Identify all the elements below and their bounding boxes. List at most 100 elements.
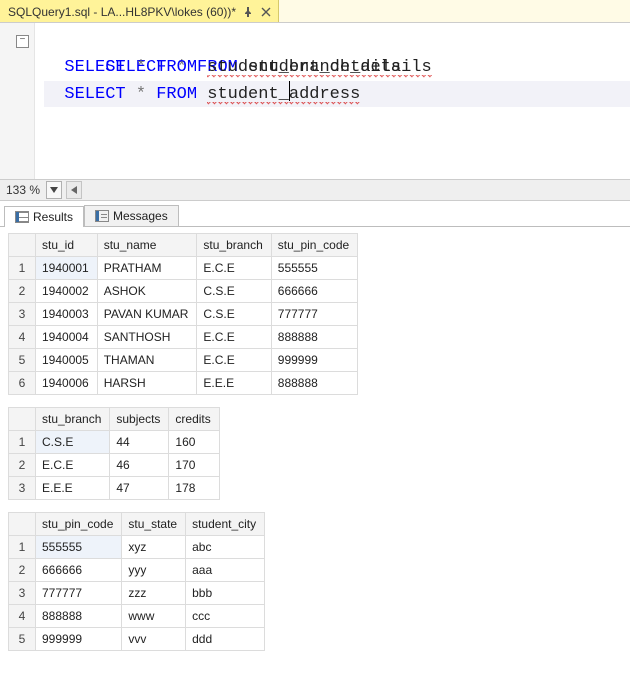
cell[interactable]: 666666: [271, 280, 357, 303]
cell[interactable]: abc: [186, 536, 265, 559]
cell[interactable]: 1940005: [36, 349, 98, 372]
column-header[interactable]: stu_pin_code: [271, 234, 357, 257]
table-row[interactable]: 3777777zzzbbb: [9, 582, 265, 605]
table-row[interactable]: 4888888wwwccc: [9, 605, 265, 628]
cell[interactable]: ASHOK: [97, 280, 197, 303]
row-number-cell[interactable]: 6: [9, 372, 36, 395]
cell[interactable]: vvv: [122, 628, 186, 651]
table-row[interactable]: 31940003PAVAN KUMARC.S.E777777: [9, 303, 358, 326]
cell[interactable]: E.C.E: [36, 454, 110, 477]
pin-icon[interactable]: [242, 6, 254, 18]
cell[interactable]: 1940003: [36, 303, 98, 326]
cell[interactable]: 160: [169, 431, 219, 454]
cell[interactable]: THAMAN: [97, 349, 197, 372]
row-number-header: [9, 234, 36, 257]
cell[interactable]: 888888: [271, 326, 357, 349]
cell[interactable]: 44: [110, 431, 169, 454]
cell[interactable]: 1940001: [36, 257, 98, 280]
result-table[interactable]: stu_pin_codestu_statestudent_city1555555…: [8, 512, 265, 651]
cell[interactable]: yyy: [122, 559, 186, 582]
code-line: SELECT * FROM student_address: [44, 81, 630, 107]
column-header[interactable]: student_city: [186, 513, 265, 536]
cell[interactable]: xyz: [122, 536, 186, 559]
table-row[interactable]: 5999999vvvddd: [9, 628, 265, 651]
table-row[interactable]: 2E.C.E46170: [9, 454, 220, 477]
cell[interactable]: 1940006: [36, 372, 98, 395]
row-number-cell[interactable]: 1: [9, 431, 36, 454]
cell[interactable]: E.C.E: [197, 257, 271, 280]
cell[interactable]: 555555: [271, 257, 357, 280]
cell[interactable]: 178: [169, 477, 219, 500]
cell[interactable]: E.C.E: [197, 349, 271, 372]
table-row[interactable]: 2666666yyyaaa: [9, 559, 265, 582]
cell[interactable]: PAVAN KUMAR: [97, 303, 197, 326]
cell[interactable]: 1940002: [36, 280, 98, 303]
cell[interactable]: 1940004: [36, 326, 98, 349]
cell[interactable]: E.E.E: [197, 372, 271, 395]
cell[interactable]: C.S.E: [197, 280, 271, 303]
cell[interactable]: 777777: [271, 303, 357, 326]
cell[interactable]: 47: [110, 477, 169, 500]
cell[interactable]: 555555: [36, 536, 122, 559]
result-table[interactable]: stu_branchsubjectscredits1C.S.E441602E.C…: [8, 407, 220, 500]
row-number-cell[interactable]: 2: [9, 559, 36, 582]
cell[interactable]: E.E.E: [36, 477, 110, 500]
cell[interactable]: ddd: [186, 628, 265, 651]
column-header[interactable]: stu_name: [97, 234, 197, 257]
table-row[interactable]: 41940004SANTHOSHE.C.E888888: [9, 326, 358, 349]
table-row[interactable]: 51940005THAMANE.C.E999999: [9, 349, 358, 372]
column-header[interactable]: subjects: [110, 408, 169, 431]
table-row[interactable]: 3E.E.E47178: [9, 477, 220, 500]
close-icon[interactable]: [260, 6, 272, 18]
cell[interactable]: C.S.E: [197, 303, 271, 326]
cell[interactable]: 666666: [36, 559, 122, 582]
table-row[interactable]: 21940002ASHOKC.S.E666666: [9, 280, 358, 303]
column-header[interactable]: stu_pin_code: [36, 513, 122, 536]
document-tab[interactable]: SQLQuery1.sql - LA...HL8PKV\lokes (60))*: [0, 0, 279, 22]
table-row[interactable]: 1555555xyzabc: [9, 536, 265, 559]
cell[interactable]: SANTHOSH: [97, 326, 197, 349]
cell[interactable]: 999999: [36, 628, 122, 651]
cell[interactable]: E.C.E: [197, 326, 271, 349]
tab-messages[interactable]: Messages: [84, 205, 179, 227]
cell[interactable]: zzz: [122, 582, 186, 605]
zoom-dropdown-button[interactable]: [46, 181, 62, 199]
result-table[interactable]: stu_idstu_namestu_branchstu_pin_code1194…: [8, 233, 358, 395]
table-row[interactable]: 1C.S.E44160: [9, 431, 220, 454]
collapse-toggle-icon[interactable]: −: [16, 35, 29, 48]
row-number-cell[interactable]: 2: [9, 280, 36, 303]
row-number-cell[interactable]: 3: [9, 582, 36, 605]
cell[interactable]: aaa: [186, 559, 265, 582]
column-header[interactable]: stu_state: [122, 513, 186, 536]
cell[interactable]: HARSH: [97, 372, 197, 395]
column-header[interactable]: stu_id: [36, 234, 98, 257]
cell[interactable]: C.S.E: [36, 431, 110, 454]
tab-results[interactable]: Results: [4, 206, 84, 227]
row-number-cell[interactable]: 4: [9, 326, 36, 349]
column-header[interactable]: credits: [169, 408, 219, 431]
cell[interactable]: 46: [110, 454, 169, 477]
column-header[interactable]: stu_branch: [197, 234, 271, 257]
row-number-cell[interactable]: 1: [9, 257, 36, 280]
cell[interactable]: 170: [169, 454, 219, 477]
cell[interactable]: www: [122, 605, 186, 628]
scroll-left-button[interactable]: [66, 181, 82, 199]
sql-editor[interactable]: −SELECT * FROM student_details SELECT * …: [0, 23, 630, 179]
column-header[interactable]: stu_branch: [36, 408, 110, 431]
table-row[interactable]: 61940006HARSHE.E.E888888: [9, 372, 358, 395]
cell[interactable]: PRATHAM: [97, 257, 197, 280]
cell[interactable]: 777777: [36, 582, 122, 605]
cell[interactable]: 888888: [271, 372, 357, 395]
row-number-cell[interactable]: 1: [9, 536, 36, 559]
cell[interactable]: 888888: [36, 605, 122, 628]
table-row[interactable]: 11940001PRATHAME.C.E555555: [9, 257, 358, 280]
row-number-cell[interactable]: 3: [9, 477, 36, 500]
row-number-cell[interactable]: 2: [9, 454, 36, 477]
cell[interactable]: 999999: [271, 349, 357, 372]
cell[interactable]: bbb: [186, 582, 265, 605]
row-number-cell[interactable]: 5: [9, 628, 36, 651]
cell[interactable]: ccc: [186, 605, 265, 628]
row-number-cell[interactable]: 3: [9, 303, 36, 326]
row-number-cell[interactable]: 5: [9, 349, 36, 372]
row-number-cell[interactable]: 4: [9, 605, 36, 628]
